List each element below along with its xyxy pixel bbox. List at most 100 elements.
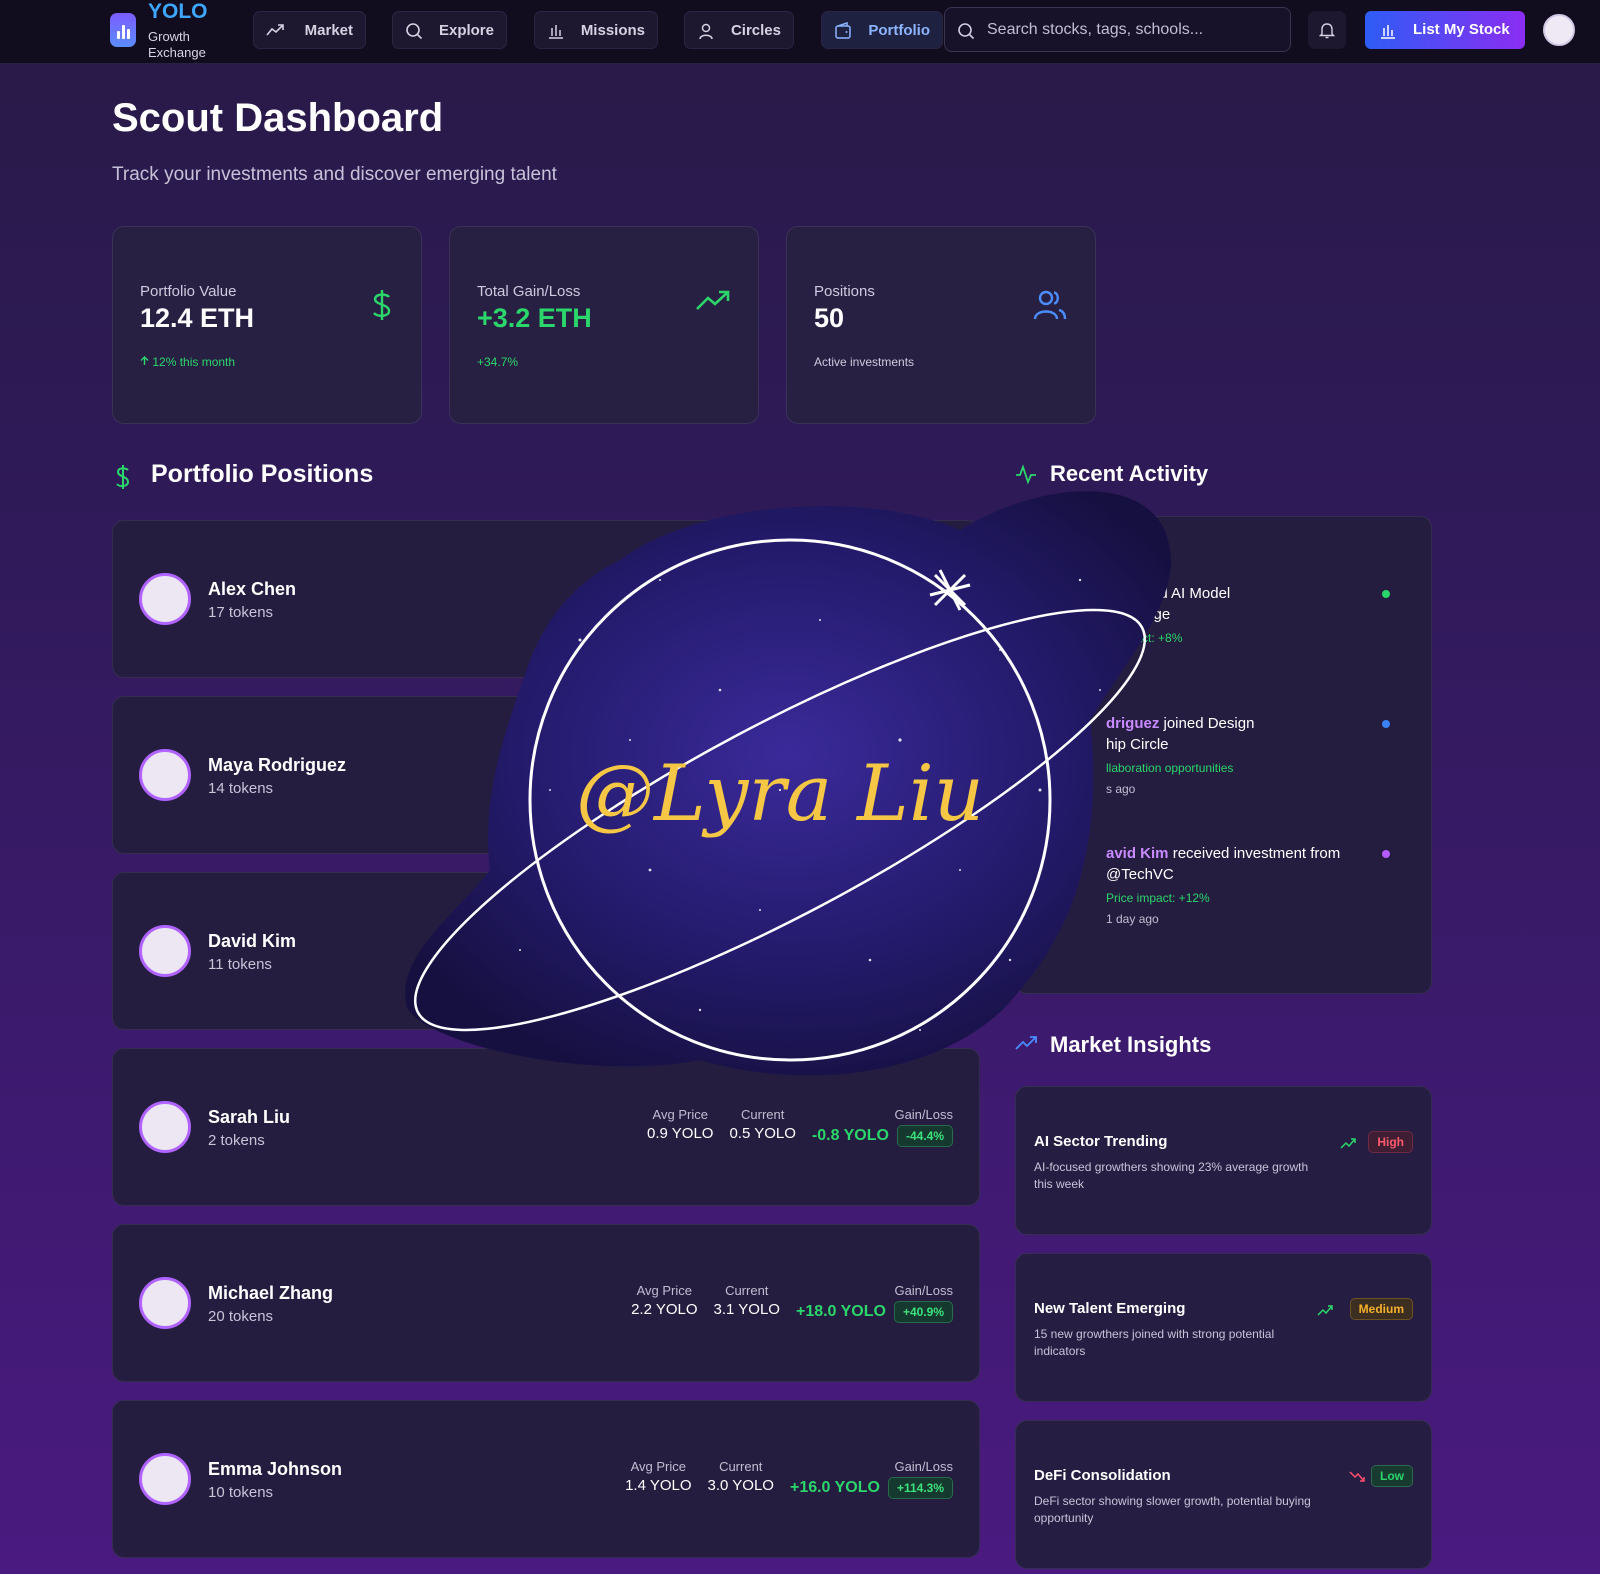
watermark-sticker: @Lyra Liu [405,491,1172,1076]
insight-card[interactable]: DeFi Consolidation DeFi sector showing s… [1015,1420,1432,1569]
logo-subtitle: Growth Exchange [148,29,206,60]
insight-description: DeFi sector showing slower growth, poten… [1034,1494,1311,1525]
current-header: Current [741,1107,785,1122]
position-tokens: 10 tokens [208,1484,274,1501]
status-dot [1382,850,1390,858]
page-title: Scout Dashboard [112,96,444,140]
trending-up-icon [1317,1305,1333,1316]
gain-loss-value: +18.0 YOLO [795,1303,886,1320]
page-subtitle: Track your investments and discover emer… [112,164,557,185]
position-tokens: 14 tokens [208,780,274,797]
stat-card-portfolio-value: Portfolio Value 12.4 ETH 12% this month [112,226,422,424]
nav-market[interactable]: Market [253,11,366,49]
insight-card[interactable]: New Talent Emerging 15 new growthers joi… [1015,1253,1432,1402]
avg-price: 1.4 YOLO [625,1477,692,1494]
gain-loss-header: Gain/Loss [894,1459,953,1474]
stat-footer: Active investments [814,355,915,369]
search-icon [958,23,975,40]
gain-loss-value: +16.0 YOLO [789,1479,880,1496]
avatar [139,1453,191,1505]
priority-badge: Low [1371,1465,1413,1487]
stat-label: Portfolio Value [140,283,237,300]
stat-footer: +34.7% [477,355,519,369]
insight-title: AI Sector Trending [1034,1133,1168,1150]
avatar [139,1277,191,1329]
stat-label: Total Gain/Loss [477,283,581,300]
activity-icon [1016,464,1036,485]
positions-title: Portfolio Positions [151,460,374,488]
position-tokens: 11 tokens [208,956,272,973]
position-card[interactable]: Michael Zhang 20 tokens Avg Price 2.2 YOL… [112,1224,980,1382]
position-name: Alex Chen [208,579,297,599]
search-box[interactable] [944,7,1291,52]
gain-loss-pct-badge: -44.4% [896,1125,953,1147]
current-header: Current [719,1459,763,1474]
position-name: Maya Rodriguez [208,755,347,775]
current-header: Current [725,1283,769,1298]
avg-price-header: Avg Price [630,1459,687,1474]
watermark-text: @Lyra Liu [576,749,984,839]
nav-missions-label: Missions [580,21,645,39]
position-name: David Kim [208,931,297,951]
insight-description: AI-focused growthers showing 23% average… [1034,1160,1309,1191]
avatar [139,1101,191,1153]
position-name: Michael Zhang [208,1283,334,1303]
nav-portfolio[interactable]: Portfolio [821,11,943,49]
recent-activity-title: Recent Activity [1050,461,1209,486]
insight-description: 15 new growthers joined with strong pote… [1034,1327,1275,1358]
status-dot [1382,720,1390,728]
search-icon [406,23,423,40]
bar-chart-icon [549,25,563,39]
gain-loss-header: Gain/Loss [894,1283,953,1298]
gain-loss-pct-badge: +114.3% [887,1477,953,1499]
arrow-up-icon [140,356,149,365]
priority-badge: Medium [1349,1298,1413,1320]
users-icon [1033,290,1067,320]
nav-missions[interactable]: Missions [534,11,658,49]
gain-loss-header: Gain/Loss [894,1107,953,1122]
nav-explore[interactable]: Explore [392,11,507,49]
stat-card-positions: Positions 50 Active investments [786,226,1096,424]
status-dot [1382,590,1390,598]
insight-title: New Talent Emerging [1034,1300,1186,1317]
insight-title: DeFi Consolidation [1034,1467,1171,1484]
avatar [139,749,191,801]
bar-chart-icon [1381,25,1395,39]
nav-circles[interactable]: Circles [684,11,794,49]
logo-title[interactable]: YOLO [148,0,208,24]
current-price: 3.1 YOLO [713,1301,780,1318]
position-stats: Avg Price 1.4 YOLO Current 3.0 YOLO Gain/L… [625,1459,953,1499]
stat-value: 50 [814,303,845,333]
search-input[interactable] [987,8,1282,51]
avg-price-header: Avg Price [652,1107,708,1122]
stat-card-total-gain: Total Gain/Loss +3.2 ETH +34.7% [449,226,759,424]
position-stats: Avg Price 2.2 YOLO Current 3.1 YOLO Gain/L… [631,1283,953,1323]
nav-circles-label: Circles [730,21,781,39]
trending-up-icon [1340,1138,1356,1149]
position-tokens: 17 tokens [208,604,274,621]
position-name: Sarah Liu [208,1107,291,1127]
gain-loss-value: -0.8 YOLO [811,1127,889,1144]
position-name: Emma Johnson [208,1459,343,1479]
stat-label: Positions [814,283,875,300]
insight-card[interactable]: AI Sector Trending AI-focused growthers … [1015,1086,1432,1235]
trending-up-icon [696,290,730,310]
position-card[interactable]: Emma Johnson 10 tokens Avg Price 1.4 YOLO… [112,1400,980,1558]
stat-value: 12.4 ETH [140,303,255,333]
list-my-stock-button[interactable]: List My Stock [1365,11,1525,49]
avatar [139,925,191,977]
current-price: 0.5 YOLO [729,1125,796,1142]
nav-portfolio-label: Portfolio [868,21,930,39]
user-avatar[interactable] [1543,14,1575,46]
user-icon [699,23,713,40]
trending-up-icon [266,24,284,36]
dollar-icon [116,465,130,489]
notifications-button[interactable] [1308,11,1346,49]
logo-icon[interactable] [110,13,136,47]
dollar-icon [373,290,391,320]
avg-price: 0.9 YOLO [647,1125,714,1142]
priority-badge: High [1368,1131,1413,1153]
nav-market-label: Market [304,21,353,39]
gain-loss-pct-badge: +40.9% [893,1301,953,1323]
position-tokens: 2 tokens [208,1132,265,1149]
